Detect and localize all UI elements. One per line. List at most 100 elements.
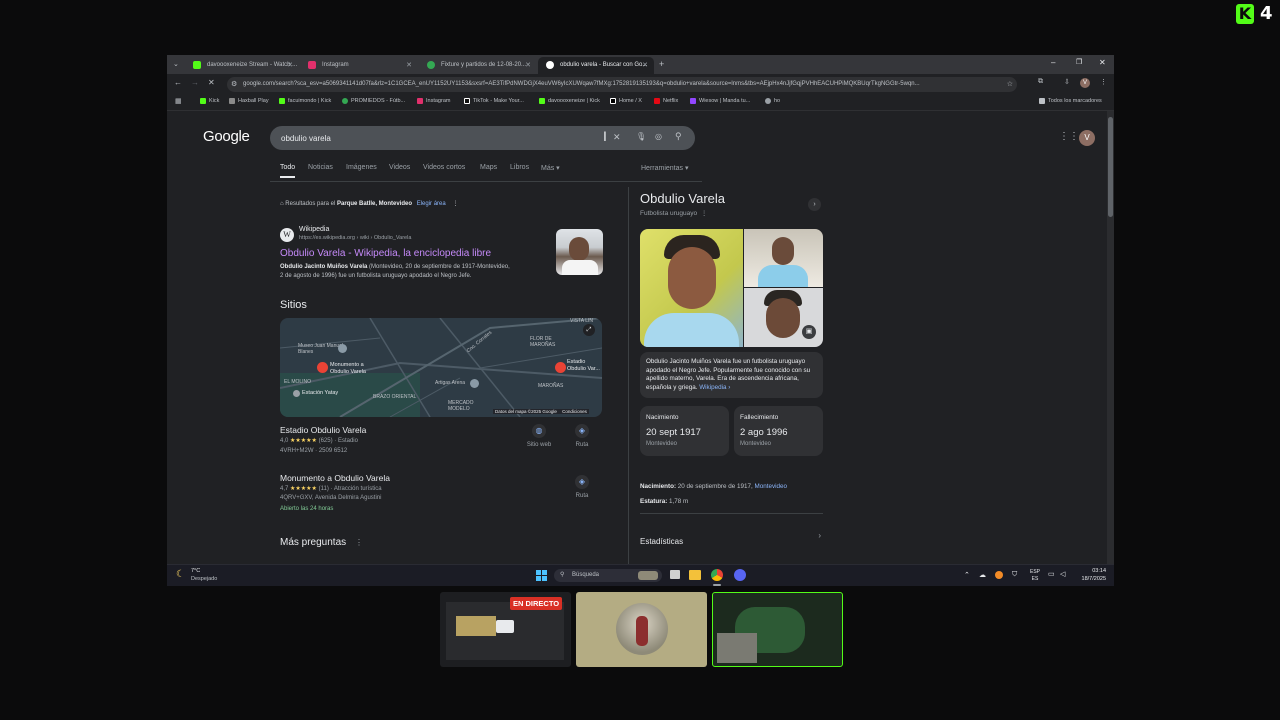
volume-icon[interactable]: ◁: [1060, 570, 1065, 578]
minimize-icon[interactable]: –: [1051, 58, 1055, 67]
extensions-icon[interactable]: ⧉: [1038, 78, 1043, 86]
camera-thumbnail[interactable]: [576, 592, 707, 667]
tray-shield-icon[interactable]: ⛉: [1012, 571, 1017, 579]
kp-death-card[interactable]: Fallecimiento 2 ago 1996 Montevideo: [734, 406, 823, 456]
tray-app-icon[interactable]: [995, 571, 1003, 579]
tray-chevron-icon[interactable]: ⌃: [964, 571, 970, 579]
language-indicator[interactable]: ESP ES: [1030, 569, 1040, 583]
stop-icon[interactable]: ✕: [208, 78, 215, 87]
filter-tab-noticias[interactable]: Noticias: [308, 164, 333, 171]
chrome-icon[interactable]: [711, 569, 723, 581]
bookmark-haxball[interactable]: Haxball Play: [229, 98, 269, 104]
close-icon[interactable]: ✕: [525, 61, 531, 69]
tools-button[interactable]: Herramientas ▾: [641, 164, 688, 172]
filter-tab-imagenes[interactable]: Imágenes: [346, 164, 377, 171]
bookmark-tiktok[interactable]: TikTok - Make Your...: [464, 98, 524, 104]
page-scrollbar[interactable]: [1107, 111, 1114, 564]
voice-search-icon[interactable]: 🎙: [636, 132, 646, 141]
google-logo[interactable]: Google: [203, 128, 250, 145]
kp-image-2[interactable]: [744, 229, 823, 287]
close-icon[interactable]: ✕: [287, 61, 293, 69]
filter-tab-libros[interactable]: Libros: [510, 164, 529, 171]
map-expand-icon[interactable]: ⤢: [583, 324, 595, 336]
tab-instagram[interactable]: Instagram ✕: [300, 57, 418, 74]
bookmark-facuimondo[interactable]: facuimondo | Kick: [279, 98, 331, 104]
kp-expand-icon[interactable]: ›: [808, 198, 821, 211]
website-button[interactable]: ◍ Sitio web: [524, 424, 554, 448]
filter-tab-videos[interactable]: Videos: [389, 164, 410, 171]
filter-tab-videos-cortos[interactable]: Videos cortos: [423, 164, 465, 171]
clear-icon[interactable]: ✕: [613, 132, 621, 143]
search-box[interactable]: obdulio varela ✕ I 🎙 ◎ ⚲: [270, 126, 695, 150]
bookmark-netflix[interactable]: Netflix: [654, 98, 678, 104]
task-view-icon[interactable]: [670, 570, 680, 579]
wiki-result-title[interactable]: Obdulio Varela - Wikipedia, la enciclope…: [280, 248, 491, 259]
montevideo-link[interactable]: Montevideo: [754, 483, 787, 490]
kp-wikipedia-link[interactable]: Wikipedia ›: [699, 384, 730, 391]
camera-search-icon[interactable]: ◎: [655, 132, 662, 141]
downloads-icon[interactable]: ⇩: [1064, 78, 1070, 86]
tab-kick-stream[interactable]: davoooxeneize Stream - Watch ... ✕: [185, 57, 299, 74]
bookmark-ho[interactable]: ho: [765, 98, 780, 104]
more-options-icon[interactable]: ⋮: [452, 201, 458, 207]
place-name[interactable]: Estadio Obdulio Varela: [280, 425, 366, 435]
kp-more-icon[interactable]: ⋮: [701, 210, 708, 217]
forward-icon[interactable]: →: [191, 78, 199, 87]
map-terms-link[interactable]: Condiciones: [562, 409, 587, 414]
google-apps-icon[interactable]: ⋮⋮: [1059, 131, 1079, 142]
map-pin-monumento-icon[interactable]: [317, 362, 328, 373]
discord-icon[interactable]: [734, 569, 746, 581]
bookmark-instagram[interactable]: Instagram: [417, 98, 450, 104]
more-options-icon[interactable]: ⋮: [355, 538, 363, 547]
profile-avatar[interactable]: V: [1080, 78, 1090, 88]
new-tab-icon[interactable]: +: [659, 59, 664, 69]
url-bar[interactable]: ⚙ google.com/search?sca_esv=a5069341141d…: [227, 77, 1017, 92]
map[interactable]: Museo Juan Manuel Blanes Monumento a Obd…: [280, 318, 602, 417]
selected-camera-thumbnail[interactable]: [712, 592, 843, 667]
clock[interactable]: 03:14 18/7/2025: [1074, 568, 1106, 583]
weather-desc[interactable]: Despejado: [191, 576, 217, 582]
site-info-icon[interactable]: ⚙: [231, 80, 237, 88]
bookmark-wiesow[interactable]: Wiesow | Manda tu...: [690, 98, 750, 104]
tab-google-search[interactable]: obdulio varela - Buscar con Go... ✕: [538, 57, 654, 74]
bookmark-star-icon[interactable]: ☆: [1004, 80, 1013, 88]
kp-statistics[interactable]: Estadísticas ›: [640, 531, 823, 546]
close-icon[interactable]: ✕: [642, 61, 648, 69]
file-explorer-icon[interactable]: [689, 570, 701, 580]
all-bookmarks-folder[interactable]: Todos los marcadores: [1039, 98, 1102, 104]
back-icon[interactable]: ←: [174, 78, 182, 87]
scrollbar-thumb[interactable]: [1108, 117, 1113, 217]
close-window-icon[interactable]: ✕: [1099, 58, 1106, 67]
kp-birth-card[interactable]: Nacimiento 20 sept 1917 Montevideo: [640, 406, 729, 456]
account-avatar[interactable]: V: [1079, 130, 1095, 146]
close-icon[interactable]: ✕: [406, 61, 412, 69]
menu-icon[interactable]: ⋮: [1100, 78, 1107, 86]
screen-share-thumbnail[interactable]: EN DIRECTO: [440, 592, 571, 667]
directions-button[interactable]: ◈ Ruta: [572, 424, 592, 448]
tray-cloud-icon[interactable]: ☁: [979, 571, 986, 579]
choose-area-link[interactable]: Elegir área: [417, 201, 446, 207]
tab-search-icon[interactable]: ⌄: [173, 60, 179, 68]
bookmark-x[interactable]: Home / X: [610, 98, 642, 104]
bookmark-promiedos[interactable]: PROMIEDOS - Fútb...: [342, 98, 405, 104]
kp-image-3[interactable]: ▣: [744, 288, 823, 347]
filter-tab-mas[interactable]: Más ▾: [541, 164, 560, 172]
maximize-icon[interactable]: ❐: [1076, 58, 1082, 66]
tab-fixture[interactable]: Fixture y partidos de 12-08-20... ✕: [419, 57, 537, 74]
apps-grid-icon[interactable]: ▦: [175, 97, 182, 105]
filter-tab-maps[interactable]: Maps: [480, 164, 497, 171]
taskbar-search[interactable]: ⚲ Búsqueda: [554, 569, 662, 582]
search-input[interactable]: obdulio varela: [281, 134, 331, 143]
filter-tab-todo[interactable]: Todo: [280, 164, 296, 178]
place-name[interactable]: Monumento a Obdulio Varela: [280, 473, 390, 483]
kp-image-main[interactable]: [640, 229, 743, 347]
weather-temp[interactable]: 7°C: [191, 568, 200, 574]
directions-button[interactable]: ◈ Ruta: [572, 475, 592, 499]
network-icon[interactable]: ▭: [1048, 570, 1055, 578]
bookmark-kick[interactable]: Kick: [200, 98, 219, 104]
search-icon[interactable]: ⚲: [675, 131, 682, 142]
windows-start-icon[interactable]: [536, 570, 547, 581]
more-images-icon[interactable]: ▣: [802, 325, 816, 339]
bookmark-davoooxeneize[interactable]: davoooxeneize | Kick: [539, 98, 600, 104]
wiki-thumbnail[interactable]: [556, 229, 603, 275]
